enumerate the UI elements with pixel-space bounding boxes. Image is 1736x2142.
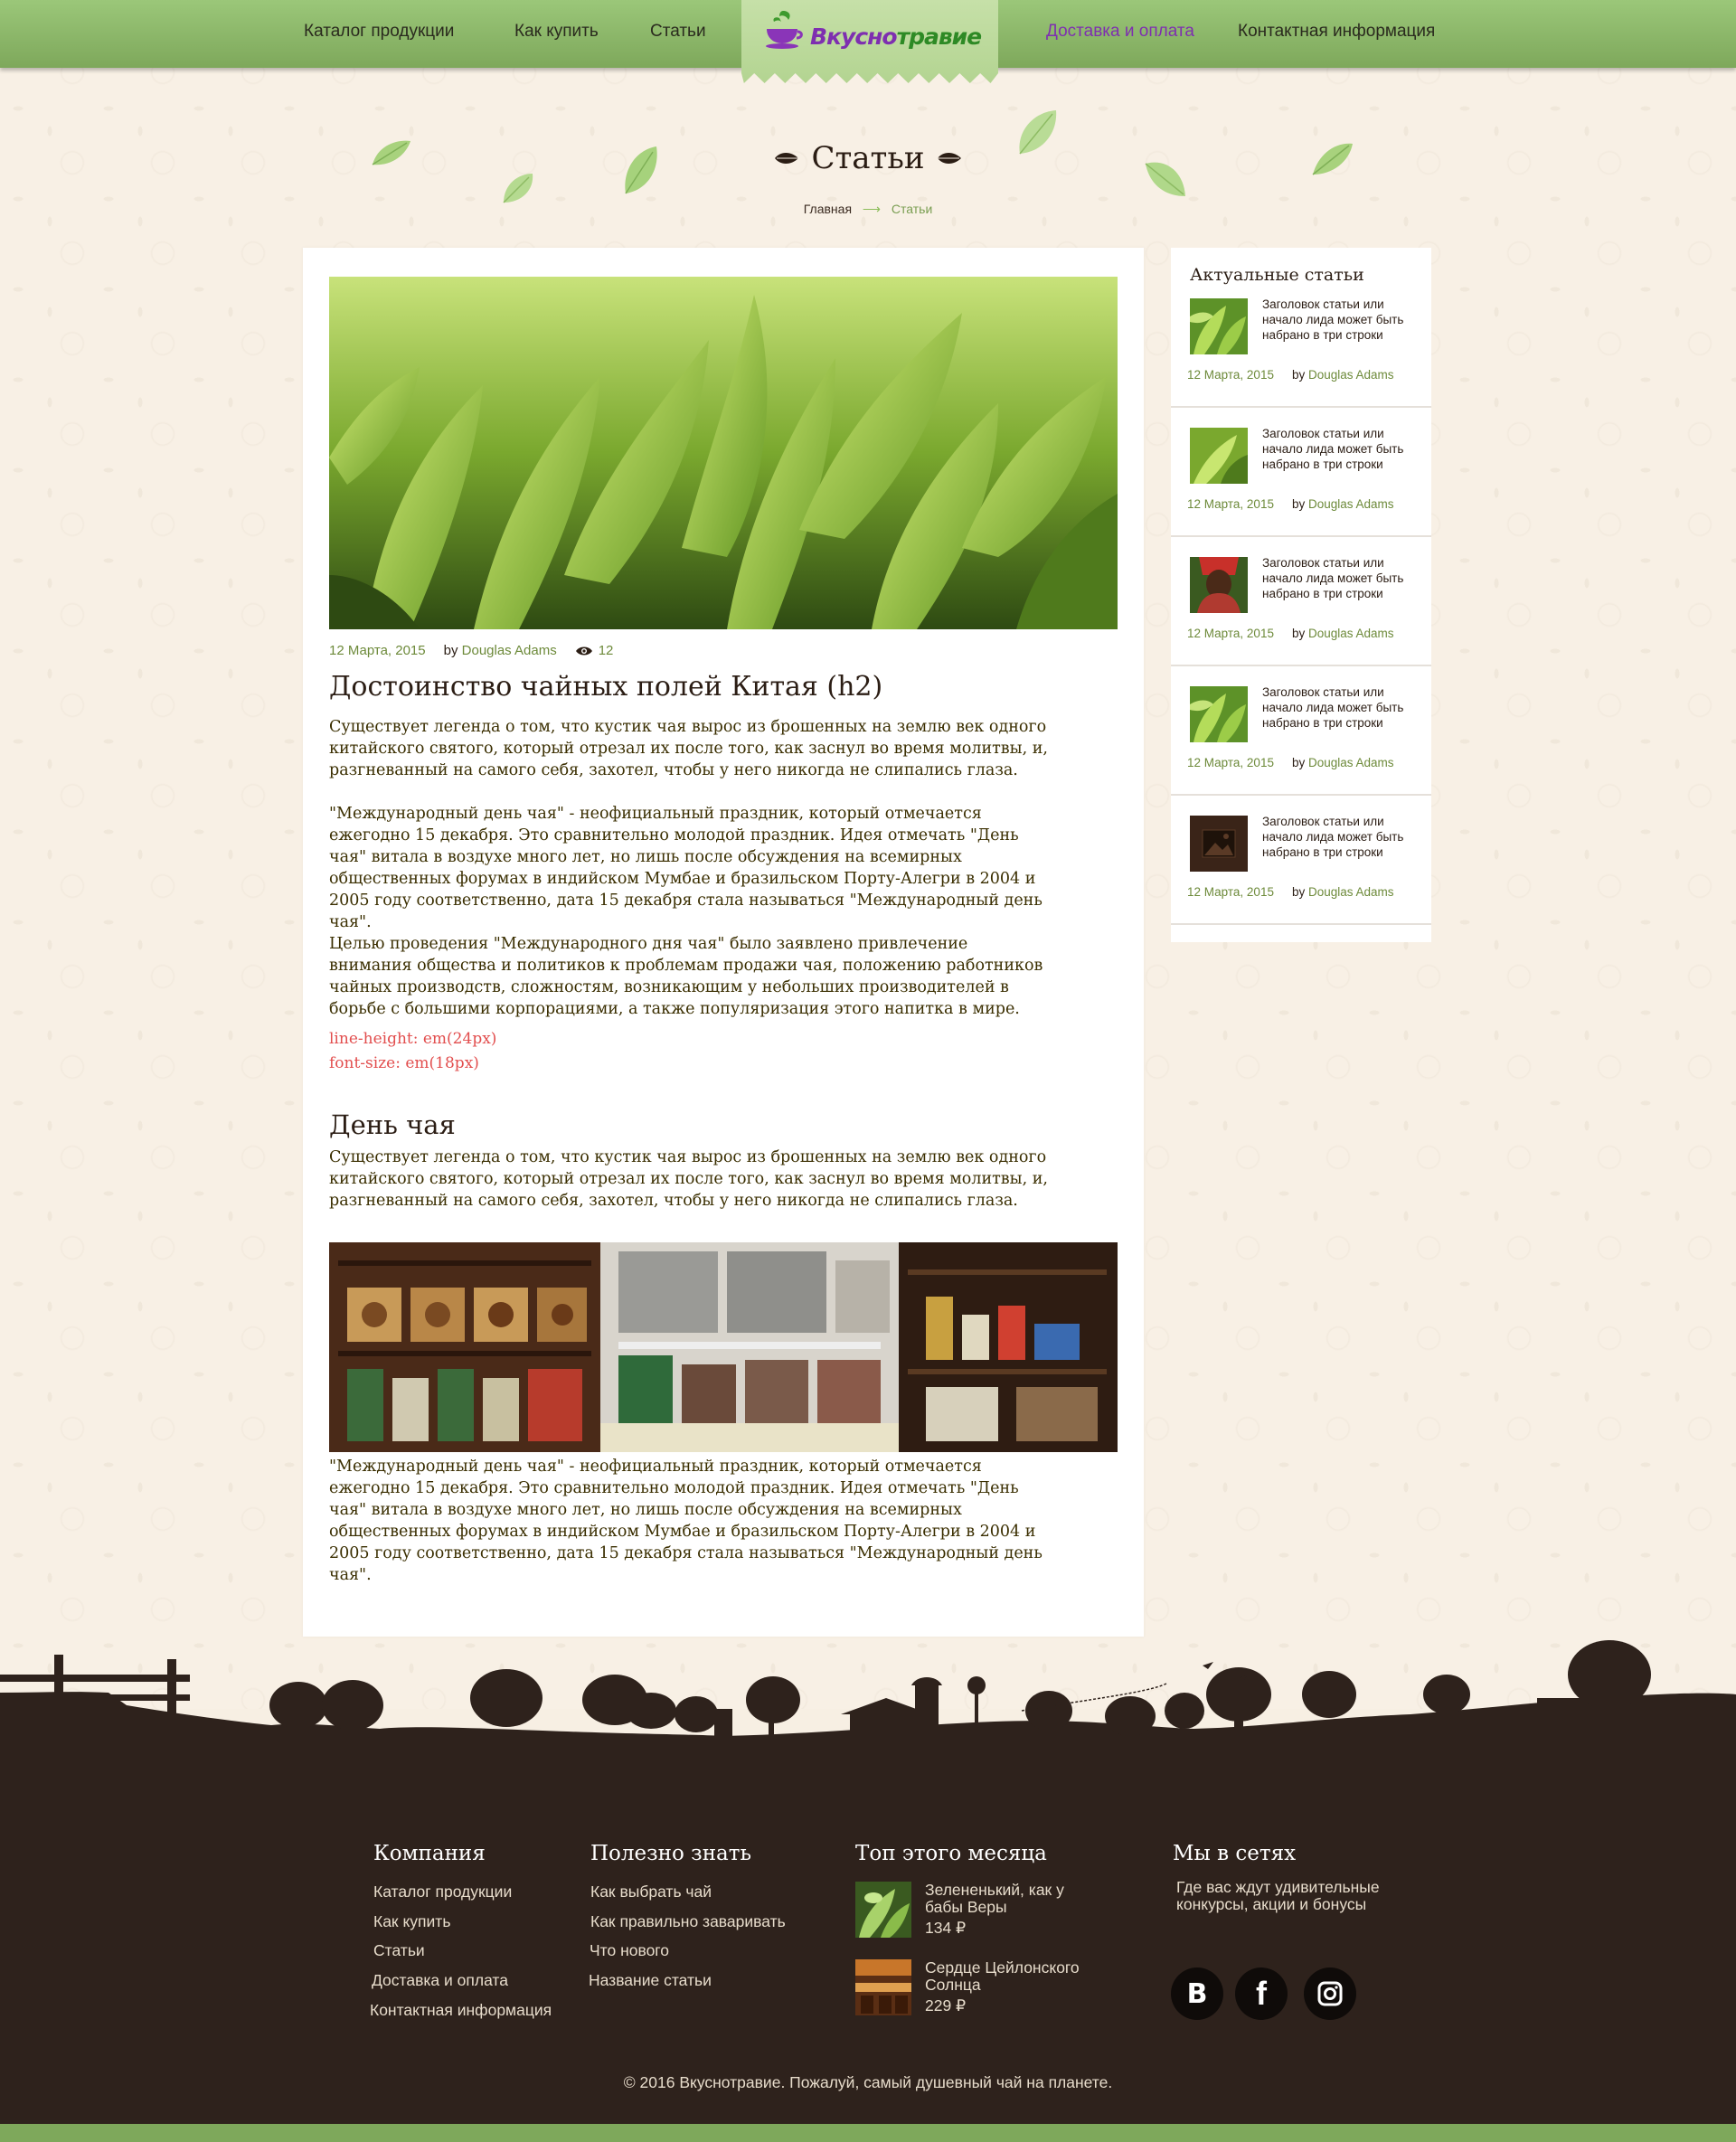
sidebar-article-meta: 12 Марта, 2015 by Douglas Adams	[1187, 497, 1394, 511]
page-title-text: Статьи	[811, 140, 925, 176]
sidebar-article-date: 12 Марта, 2015	[1187, 756, 1274, 769]
sidebar-article-date: 12 Марта, 2015	[1187, 497, 1274, 511]
sidebar-article-by: by	[1291, 627, 1306, 640]
product-name[interactable]: Сердце Цейлонского Солнца	[925, 1959, 1106, 1994]
sidebar-article-title[interactable]: Заголовок статьи или начало лида может б…	[1262, 426, 1416, 472]
nav-item-delivery[interactable]: Доставка и оплата	[1046, 22, 1194, 42]
copyright: © 2016 Вкуснотравие. Пожалуй, самый душе…	[623, 2073, 1113, 2091]
sidebar-thumb	[1190, 428, 1248, 484]
product-price: 134 ₽	[925, 1919, 967, 1937]
sidebar-author-link[interactable]: Douglas Adams	[1308, 885, 1394, 899]
breadcrumb: Главная ⟶ Статьи	[0, 202, 1736, 217]
product-name[interactable]: Зелененький, как у бабы Веры	[925, 1882, 1106, 1916]
sidebar-article-meta: 12 Марта, 2015 by Douglas Adams	[1187, 627, 1394, 640]
product-thumb[interactable]	[855, 1959, 911, 2015]
footer-link[interactable]: Как правильно заваривать	[590, 1912, 786, 1931]
breadcrumb-arrow-icon: ⟶	[862, 202, 881, 216]
sidebar-article-by: by	[1291, 497, 1306, 511]
nav-item-contacts[interactable]: Контактная информация	[1238, 22, 1435, 42]
page-title: Статьи	[0, 138, 1736, 176]
footer-top-title: Топ этого месяца	[855, 1842, 1047, 1865]
article-paragraph: Существует легенда о том, что кустик чая…	[329, 718, 1048, 779]
breadcrumb-current: Статьи	[891, 202, 933, 216]
nav-item-catalog[interactable]: Каталог продукции	[304, 22, 454, 42]
article-hero-image	[329, 277, 1118, 629]
product-price: 229 ₽	[925, 1996, 967, 2015]
sidebar-author-link[interactable]: Douglas Adams	[1308, 756, 1394, 769]
sidebar-article-by: by	[1291, 368, 1306, 382]
sidebar-article-date: 12 Марта, 2015	[1187, 368, 1274, 382]
sidebar-article-meta: 12 Марта, 2015 by Douglas Adams	[1187, 756, 1394, 769]
facebook-icon[interactable]: f	[1235, 1967, 1288, 2020]
article-by: by	[443, 643, 458, 658]
sidebar-author-link[interactable]: Douglas Adams	[1308, 497, 1394, 511]
sidebar-article-meta: 12 Марта, 2015 by Douglas Adams	[1187, 885, 1394, 899]
views-count: 12	[598, 643, 614, 658]
leaf-decoration	[503, 174, 533, 203]
sidebar-author-link[interactable]: Douglas Adams	[1308, 627, 1394, 640]
footer-bottom-strip	[0, 2124, 1736, 2142]
social-description: Где вас ждут удивительные конкурсы, акци…	[1176, 1878, 1380, 1913]
style-note: font-size: em(18px)	[329, 1054, 479, 1072]
style-note: line-height: em(24px)	[329, 1030, 497, 1048]
footer-link[interactable]: Как купить	[373, 1912, 450, 1931]
article-author-link[interactable]: Douglas Adams	[462, 643, 557, 658]
leaf-ornament-left-icon	[775, 153, 801, 164]
footer-useful-title: Полезно знать	[590, 1842, 751, 1865]
nav-item-articles[interactable]: Статьи	[650, 22, 706, 42]
sidebar-article-item[interactable]: Заголовок статьи или начало лида может б…	[1171, 796, 1431, 925]
sidebar-thumb	[1190, 686, 1248, 742]
breadcrumb-home[interactable]: Главная	[804, 202, 852, 216]
article-subheading: День чая	[329, 1109, 456, 1140]
footer-link[interactable]: Каталог продукции	[373, 1883, 512, 1901]
article-paragraph: "Международный день чая" - неофициальный…	[329, 1458, 1043, 1584]
logo-wordmark[interactable]: Вкуснотравие	[810, 24, 982, 50]
sidebar-author-link[interactable]: Douglas Adams	[1308, 368, 1394, 382]
instagram-icon[interactable]	[1304, 1967, 1356, 2020]
sidebar-thumb	[1190, 298, 1248, 354]
product-thumb[interactable]	[855, 1882, 911, 1938]
footer-link[interactable]: Статьи	[373, 1941, 425, 1960]
article-paragraph: Целью проведения "Международного дня чая…	[329, 935, 1043, 1018]
article-meta: 12 Марта, 2015 by Douglas Adams 12	[329, 643, 613, 658]
sidebar-article-item[interactable]: Заголовок статьи или начало лида может б…	[1171, 537, 1431, 666]
sidebar-article-date: 12 Марта, 2015	[1187, 627, 1274, 640]
article-paragraph: "Международный день чая" - неофициальный…	[329, 805, 1043, 931]
sidebar-article-by: by	[1291, 756, 1306, 769]
image-placeholder-icon	[1190, 816, 1248, 872]
sidebar-article-title[interactable]: Заголовок статьи или начало лида может б…	[1262, 814, 1416, 860]
sidebar-article-by: by	[1291, 885, 1306, 899]
sidebar-article-title[interactable]: Заголовок статьи или начало лида может б…	[1262, 684, 1416, 731]
nav-item-how-to-buy[interactable]: Как купить	[514, 22, 599, 42]
footer-link[interactable]: Как выбрать чай	[590, 1883, 712, 1901]
sidebar-article-item[interactable]: Заголовок статьи или начало лида может б…	[1171, 666, 1431, 796]
sidebar-article-date: 12 Марта, 2015	[1187, 885, 1274, 899]
leaf-ornament-right-icon	[935, 153, 961, 164]
landscape-silhouette	[0, 1640, 1736, 1781]
footer-social-title: Мы в сетях	[1173, 1842, 1297, 1865]
sidebar-related-articles: Актуальные статьи Заголовок статьи или н…	[1171, 248, 1431, 942]
eye-icon	[575, 646, 592, 655]
article-date: 12 Марта, 2015	[329, 643, 426, 658]
footer-link[interactable]: Что нового	[590, 1941, 669, 1960]
article-views: 12	[575, 643, 614, 658]
vk-icon[interactable]: B	[1171, 1967, 1223, 2020]
footer-link[interactable]: Название статьи	[589, 1971, 712, 1990]
article-heading: Достоинство чайных полей Китая (h2)	[329, 671, 883, 703]
sidebar-article-meta: 12 Марта, 2015 by Douglas Adams	[1187, 368, 1394, 382]
sidebar-article-item[interactable]: Заголовок статьи или начало лида может б…	[1171, 278, 1431, 408]
sidebar-thumb	[1190, 557, 1248, 613]
tea-shop-image	[329, 1242, 1118, 1452]
footer-link[interactable]: Доставка и оплата	[372, 1971, 508, 1990]
tea-cup-logo-icon	[766, 11, 803, 49]
sidebar-article-item[interactable]: Заголовок статьи или начало лида может б…	[1171, 408, 1431, 537]
sidebar-article-title[interactable]: Заголовок статьи или начало лида может б…	[1262, 297, 1416, 343]
footer-link[interactable]: Контактная информация	[370, 2001, 552, 2020]
article-card: 12 Марта, 2015 by Douglas Adams 12 Досто…	[303, 248, 1144, 1637]
footer-company-title: Компания	[373, 1842, 486, 1865]
article-paragraph: Существует легенда о том, что кустик чая…	[329, 1148, 1048, 1210]
sidebar-article-title[interactable]: Заголовок статьи или начало лида может б…	[1262, 555, 1416, 601]
